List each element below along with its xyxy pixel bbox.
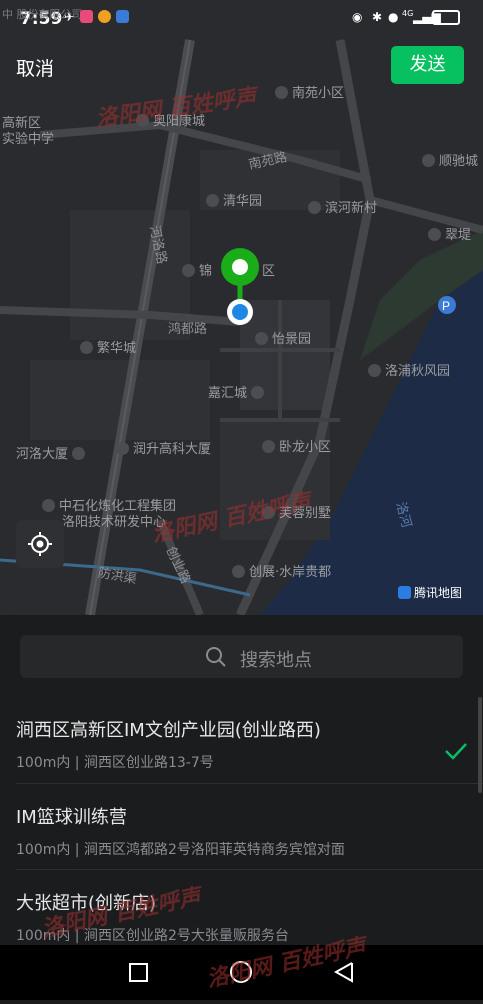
- app-icon: [116, 10, 129, 23]
- checkmark-icon: [445, 743, 467, 760]
- poi-icon: [255, 332, 268, 345]
- road-label-hongdu: 鸿都路: [168, 322, 208, 337]
- poi-icon: [42, 499, 55, 512]
- location-list-panel: 搜索地点 涧西区高新区IM文创产业园(创业路西) 100m内 | 涧西区创业路1…: [0, 615, 483, 945]
- eye-icon: ◉: [352, 10, 363, 24]
- bluetooth-icon: ✱: [372, 10, 383, 24]
- svg-text:P: P: [442, 299, 450, 313]
- poi-icon: [251, 386, 265, 399]
- location-icon: ●: [388, 10, 399, 24]
- divider: [16, 783, 483, 784]
- poi-icon: [116, 442, 129, 455]
- divider: [16, 869, 483, 870]
- current-location-dot: [227, 299, 253, 325]
- poi-fanhua: 繁华城: [80, 337, 136, 356]
- poi-chuangzhan: 创展·水岸贵都: [232, 561, 331, 580]
- poi-yijing: 怡景园: [255, 328, 311, 347]
- weibo-icon: [98, 10, 111, 23]
- search-input[interactable]: 搜索地点: [20, 635, 463, 678]
- poi-jin: 锦: [182, 260, 212, 279]
- battery-icon: [432, 10, 460, 25]
- locate-me-button[interactable]: [16, 520, 64, 568]
- list-item-subtitle: 100m内 | 涧西区鸿都路2号洛阳菲英特商务宾馆对面: [16, 842, 345, 858]
- recent-apps-icon[interactable]: [129, 963, 148, 982]
- poi-shunchi: 顺驰城: [422, 150, 478, 169]
- search-placeholder: 搜索地点: [240, 650, 312, 671]
- poi-icon: [232, 565, 245, 578]
- notification-icon: ✈: [64, 10, 75, 24]
- status-bar: 7:59 中 股份有限公司 ✈ ◉ ✱ ● 4G ▂▄▆: [0, 0, 483, 36]
- poi-icon: [428, 228, 441, 241]
- poi-icon: [72, 447, 86, 460]
- locate-icon: [28, 532, 52, 556]
- poi-shiyan: 实验中学: [2, 132, 55, 147]
- list-item-title: 涧西区高新区IM文创产业园(创业路西): [16, 720, 321, 741]
- map-view[interactable]: P 南苑路 河洛路 鸿都路 创业路 防洪渠 洛河 南苑小区 高新区 实验中学 奥…: [0, 0, 483, 615]
- poi-icon: [275, 86, 288, 99]
- poi-jiahui: 嘉汇城: [208, 382, 268, 401]
- poi-wolong: 卧龙小区: [262, 436, 331, 455]
- poi-qinghua: 清华园: [206, 190, 262, 209]
- poi-icon: [262, 440, 275, 453]
- poi-icon: [182, 264, 195, 277]
- poi-heluo-dasha: 河洛大厦: [16, 443, 89, 462]
- network-type: 4G: [402, 9, 414, 18]
- search-icon: [206, 647, 226, 667]
- list-scrollbar[interactable]: [478, 697, 482, 793]
- poi-qu: 区: [262, 264, 276, 279]
- app-notification-icon: [80, 10, 93, 23]
- send-button[interactable]: 发送: [391, 46, 464, 84]
- list-item[interactable]: 涧西区高新区IM文创产业园(创业路西) 100m内 | 涧西区创业路13-7号: [16, 716, 456, 772]
- poi-luopu: 洛浦秋风园: [368, 360, 450, 379]
- map-brand: 腾讯地图: [398, 584, 462, 601]
- poi-icon: [80, 341, 93, 354]
- selected-location-pin: [221, 248, 259, 286]
- poi-icon: [308, 201, 321, 214]
- poi-nanyuan: 南苑小区: [275, 82, 344, 101]
- list-item[interactable]: IM篮球训练营 100m内 | 涧西区鸿都路2号洛阳菲英特商务宾馆对面: [16, 803, 456, 859]
- poi-cuidi: 翠堤: [428, 224, 471, 243]
- poi-icon: [422, 154, 435, 167]
- list-item-subtitle: 100m内 | 涧西区创业路13-7号: [16, 755, 214, 771]
- poi-icon: [368, 364, 381, 377]
- system-nav-bar: 洛阳网 百姓呼声: [0, 934, 483, 1000]
- cancel-button[interactable]: 取消: [16, 54, 54, 81]
- tencent-map-logo-icon: [398, 586, 411, 599]
- poi-runsheng: 润升高科大厦: [116, 438, 211, 457]
- poi-icon: [206, 194, 219, 207]
- list-item-title: IM篮球训练营: [16, 807, 127, 828]
- poi-binhe: 滨河新村: [308, 197, 377, 216]
